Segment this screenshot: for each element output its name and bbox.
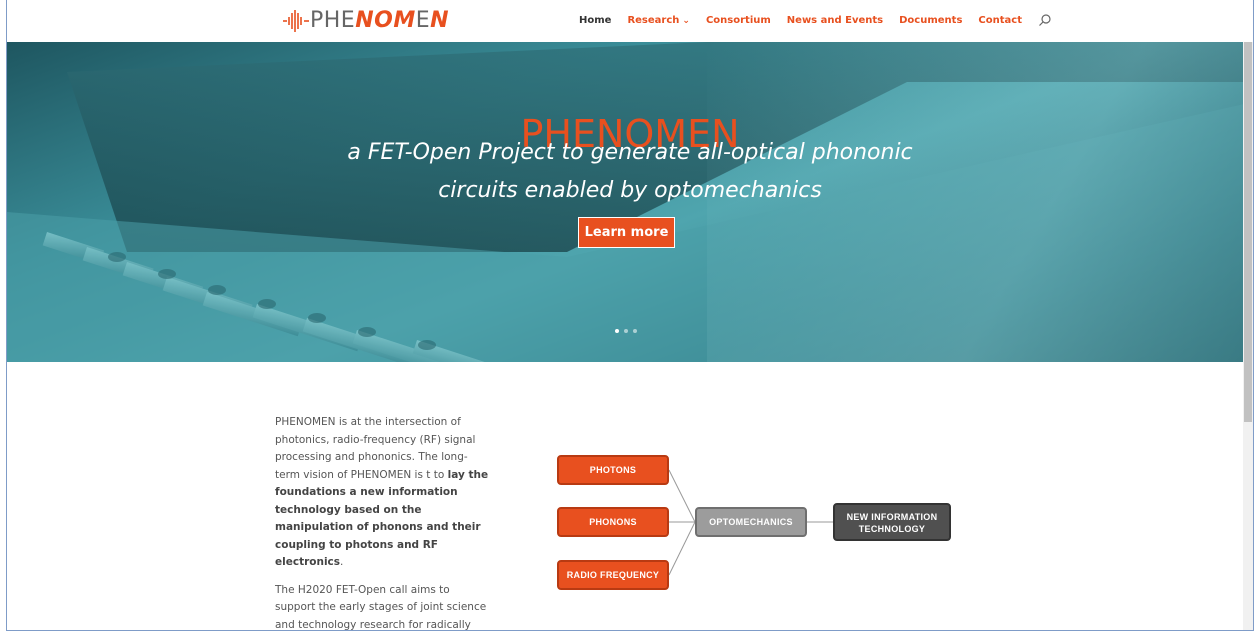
search-icon[interactable] xyxy=(1038,13,1052,27)
site-logo[interactable]: PHENOMEN xyxy=(282,8,449,34)
intro-paragraph-1: PHENOMEN is at the intersection of photo… xyxy=(275,416,489,568)
slider-dot-3[interactable] xyxy=(633,329,637,333)
nav-contact[interactable]: Contact xyxy=(978,15,1022,26)
site-header: PHENOMEN Home Research ⌄ Consortium News … xyxy=(7,0,1253,42)
radio-frequency-box: RADIO FREQUENCY xyxy=(557,560,669,590)
slider-dot-1[interactable] xyxy=(615,329,619,333)
hero-slider: PHENOMEN a FET-Open Project to generate … xyxy=(7,42,1253,362)
learn-more-button[interactable]: Learn more xyxy=(578,217,675,248)
nav-consortium[interactable]: Consortium xyxy=(706,15,771,26)
waveform-icon xyxy=(283,10,309,32)
new-information-technology-box: NEW INFORMATION TECHNOLOGY xyxy=(833,503,951,541)
scrollbar-thumb[interactable] xyxy=(1244,42,1252,422)
optomechanics-box: OPTOMECHANICS xyxy=(695,507,807,537)
logo-text: PHENOMEN xyxy=(310,8,450,33)
nav-home[interactable]: Home xyxy=(579,15,611,26)
main-nav: Home Research ⌄ Consortium News and Event… xyxy=(579,13,1052,27)
nav-documents[interactable]: Documents xyxy=(899,15,962,26)
nit-line-1: NEW INFORMATION xyxy=(846,512,938,522)
nit-line-2: TECHNOLOGY xyxy=(858,524,926,534)
browser-frame: PHENOMEN Home Research ⌄ Consortium News … xyxy=(6,0,1254,631)
slider-dots xyxy=(615,329,637,333)
nav-research[interactable]: Research ⌄ xyxy=(627,15,690,26)
intro-text: PHENOMEN is at the intersection of photo… xyxy=(275,414,490,631)
nav-news-and-events[interactable]: News and Events xyxy=(787,15,883,26)
phonons-box: PHONONS xyxy=(557,507,669,537)
photons-box: PHOTONS xyxy=(557,455,669,485)
chevron-down-icon: ⌄ xyxy=(682,15,690,26)
concept-diagram: PHOTONS PHONONS RADIO FREQUENCY OPTOMECH… xyxy=(547,450,957,600)
hero-subtitle: a FET-Open Project to generate all-optic… xyxy=(347,140,913,203)
slider-dot-2[interactable] xyxy=(624,329,628,333)
intro-paragraph-2: The H2020 FET-Open call aims to support … xyxy=(275,583,487,631)
